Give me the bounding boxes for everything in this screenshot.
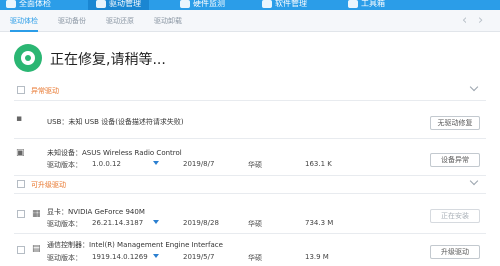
sub-nav: 驱动体检 驱动备份 驱动还原 驱动卸载 ‹ › bbox=[0, 10, 500, 32]
tab-software-management[interactable]: 软件管理 bbox=[262, 0, 307, 10]
driver-version-value: 26.21.14.3187 bbox=[92, 219, 144, 227]
driver-version-label: 驱动版本： bbox=[47, 161, 82, 169]
shield-icon bbox=[6, 0, 16, 8]
driver-vendor: 华硕 bbox=[248, 254, 262, 262]
installing-button[interactable]: 正在安装 bbox=[430, 209, 480, 223]
chevron-down-icon[interactable] bbox=[469, 82, 479, 92]
divider bbox=[14, 100, 486, 101]
tab-toolbox[interactable]: 工具箱 bbox=[348, 0, 385, 10]
repair-gear-icon bbox=[14, 44, 42, 72]
driver-date: 2019/8/7 bbox=[183, 160, 215, 168]
divider bbox=[14, 175, 486, 176]
device-checkbox[interactable] bbox=[17, 210, 25, 218]
chevron-down-icon[interactable] bbox=[469, 176, 479, 186]
subtab-driver-checkup[interactable]: 驱动体检 bbox=[10, 10, 38, 32]
controller-icon: ▤ bbox=[32, 244, 41, 254]
section-abnormal-checkbox[interactable] bbox=[17, 86, 25, 94]
display-card-icon: ▦ bbox=[32, 209, 41, 219]
status-text: 正在修复,请稍等... bbox=[50, 52, 166, 68]
tab-hardware-monitor[interactable]: 硬件监测 bbox=[180, 0, 225, 10]
tab-full-checkup[interactable]: 全面体检 bbox=[6, 0, 51, 10]
driver-version-label: 驱动版本： bbox=[47, 254, 82, 262]
monitor-icon bbox=[180, 0, 190, 8]
section-upgradable-checkbox[interactable] bbox=[17, 180, 25, 188]
upgrade-driver-button[interactable]: 升级驱动 bbox=[430, 245, 480, 259]
forward-arrow-icon[interactable]: › bbox=[478, 10, 483, 31]
monitor-icon: ▣ bbox=[16, 148, 25, 158]
driver-version-value: 1.0.0.12 bbox=[92, 160, 121, 168]
device-checkbox[interactable] bbox=[17, 246, 25, 254]
divider bbox=[14, 233, 486, 234]
device-error-button[interactable]: 设备异常 bbox=[430, 153, 480, 167]
driver-size: 163.1 K bbox=[305, 160, 332, 168]
tab-driver-management[interactable]: 驱动管理 bbox=[88, 0, 149, 10]
section-abnormal-title: 异常驱动 bbox=[31, 87, 59, 95]
subtab-driver-backup[interactable]: 驱动备份 bbox=[58, 10, 86, 32]
divider bbox=[14, 193, 486, 194]
device-name: 未知设备：ASUS Wireless Radio Control bbox=[47, 149, 182, 157]
driver-size: 734.3 M bbox=[305, 219, 334, 227]
device-name: 通信控制器：Intel(R) Management Engine Interfa… bbox=[47, 241, 223, 249]
device-name: 显卡：NVIDIA GeForce 940M bbox=[47, 208, 145, 216]
usb-icon: ▪ bbox=[16, 114, 23, 124]
driver-date: 2019/5/7 bbox=[183, 253, 215, 261]
driver-version-label: 驱动版本： bbox=[47, 220, 82, 228]
apps-icon bbox=[262, 0, 272, 8]
driver-date: 2019/8/28 bbox=[183, 219, 219, 227]
divider bbox=[14, 138, 486, 139]
subtab-driver-uninstall[interactable]: 驱动卸载 bbox=[154, 10, 182, 32]
top-nav-bar: 全面体检 驱动管理 硬件监测 软件管理 工具箱 bbox=[0, 0, 500, 10]
fix-driver-button[interactable]: 无驱动修复 bbox=[430, 116, 480, 130]
version-dropdown-arrow-icon[interactable] bbox=[153, 220, 159, 224]
device-name: USB：未知 USB 设备(设备描述符请求失败) bbox=[47, 118, 184, 126]
version-dropdown-arrow-icon[interactable] bbox=[153, 161, 159, 165]
driver-version-value: 1919.14.0.1269 bbox=[92, 253, 148, 261]
driver-size: 13.9 M bbox=[305, 253, 329, 261]
section-upgradable-title: 可升级驱动 bbox=[31, 181, 66, 189]
driver-vendor: 华硕 bbox=[248, 161, 262, 169]
back-arrow-icon[interactable]: ‹ bbox=[462, 10, 467, 31]
gear-icon bbox=[96, 0, 106, 8]
subtab-driver-restore[interactable]: 驱动还原 bbox=[106, 10, 134, 32]
toolbox-icon bbox=[348, 0, 358, 8]
driver-vendor: 华硕 bbox=[248, 220, 262, 228]
version-dropdown-arrow-icon[interactable] bbox=[153, 254, 159, 258]
